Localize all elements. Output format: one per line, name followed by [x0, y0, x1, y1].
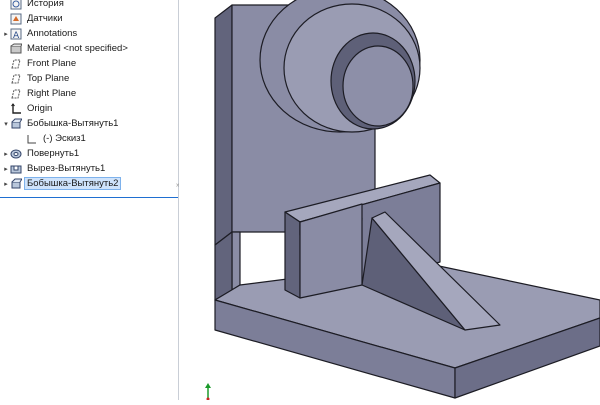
- origin-icon: [11, 102, 21, 114]
- tree-item-annotations[interactable]: ▸ A Annotations: [2, 26, 79, 41]
- tree-item-label: (-) Эскиз1: [43, 133, 86, 144]
- rollback-bar[interactable]: [0, 197, 178, 198]
- tree-item-label: Origin: [27, 103, 53, 114]
- tree-item-label: Датчики: [27, 13, 63, 24]
- tree-item-label: История: [27, 0, 64, 9]
- svg-text:A: A: [13, 31, 20, 40]
- annotations-icon: A: [10, 28, 22, 40]
- expand-arrow-icon[interactable]: ▸: [2, 150, 10, 158]
- boss-hole: [342, 45, 414, 127]
- history-icon: [10, 0, 22, 9]
- tree-item-material[interactable]: Material <not specified>: [2, 41, 130, 56]
- sketch-icon: [27, 134, 36, 143]
- tree-item-label: Front Plane: [27, 58, 77, 69]
- sensors-icon: [10, 13, 22, 24]
- tree-item-cut-extrude-1[interactable]: ▸ Вырез-Вытянуть1: [2, 161, 107, 176]
- coordinate-triad-icon: [205, 383, 211, 400]
- channel-left-face: [284, 211, 301, 299]
- plane-icon: [11, 89, 21, 98]
- tree-item-sensors[interactable]: Датчики: [2, 11, 65, 26]
- collapse-arrow-icon[interactable]: ▾: [2, 120, 10, 128]
- expand-arrow-icon[interactable]: ▸: [2, 30, 10, 38]
- back-plate-left-face: [214, 4, 233, 246]
- revolve-icon: [10, 149, 22, 158]
- tree-item-top-plane[interactable]: Top Plane: [2, 71, 71, 86]
- tree-item-label: Бобышка-Вытянуть2: [23, 177, 122, 190]
- plane-icon: [11, 74, 21, 83]
- tree-item-sketch-1[interactable]: (-) Эскиз1: [26, 131, 88, 146]
- expand-arrow-icon[interactable]: ▸: [2, 180, 10, 188]
- expand-arrow-icon[interactable]: ▸: [2, 165, 10, 173]
- boss-extrude-icon: [11, 178, 22, 188]
- tree-item-boss-extrude-2[interactable]: ▸ Бобышка-Вытянуть2: [2, 176, 122, 191]
- tree-item-boss-extrude-1[interactable]: ▾ Бобышка-Вытянуть1: [2, 116, 120, 131]
- back-plate-lower-face: [231, 231, 241, 291]
- tree-item-label: Material <not specified>: [27, 43, 128, 54]
- boss-extrude-icon: [11, 118, 22, 128]
- bracket-part-model: [214, 0, 600, 399]
- tree-item-label: Annotations: [27, 28, 78, 39]
- tree-item-label: Бобышка-Вытянуть1: [27, 118, 119, 129]
- plane-icon: [11, 59, 21, 68]
- tree-item-revolve-1[interactable]: ▸ Повернуть1: [2, 146, 81, 161]
- tree-item-label: Повернуть1: [27, 148, 80, 159]
- tree-item-front-plane[interactable]: Front Plane: [2, 56, 78, 71]
- feature-manager-tree: История Датчики ▸ A Annotations Material…: [0, 0, 179, 400]
- tree-item-label: Вырез-Вытянуть1: [27, 163, 106, 174]
- tree-item-right-plane[interactable]: Right Plane: [2, 86, 78, 101]
- tree-item-label: Right Plane: [27, 88, 77, 99]
- tree-item-label: Top Plane: [27, 73, 70, 84]
- tree-item-origin[interactable]: Origin: [2, 101, 54, 116]
- material-icon: [10, 43, 22, 53]
- graphics-viewport[interactable]: [179, 0, 600, 400]
- cut-extrude-icon: [10, 165, 22, 173]
- tree-item-history[interactable]: История: [2, 0, 66, 11]
